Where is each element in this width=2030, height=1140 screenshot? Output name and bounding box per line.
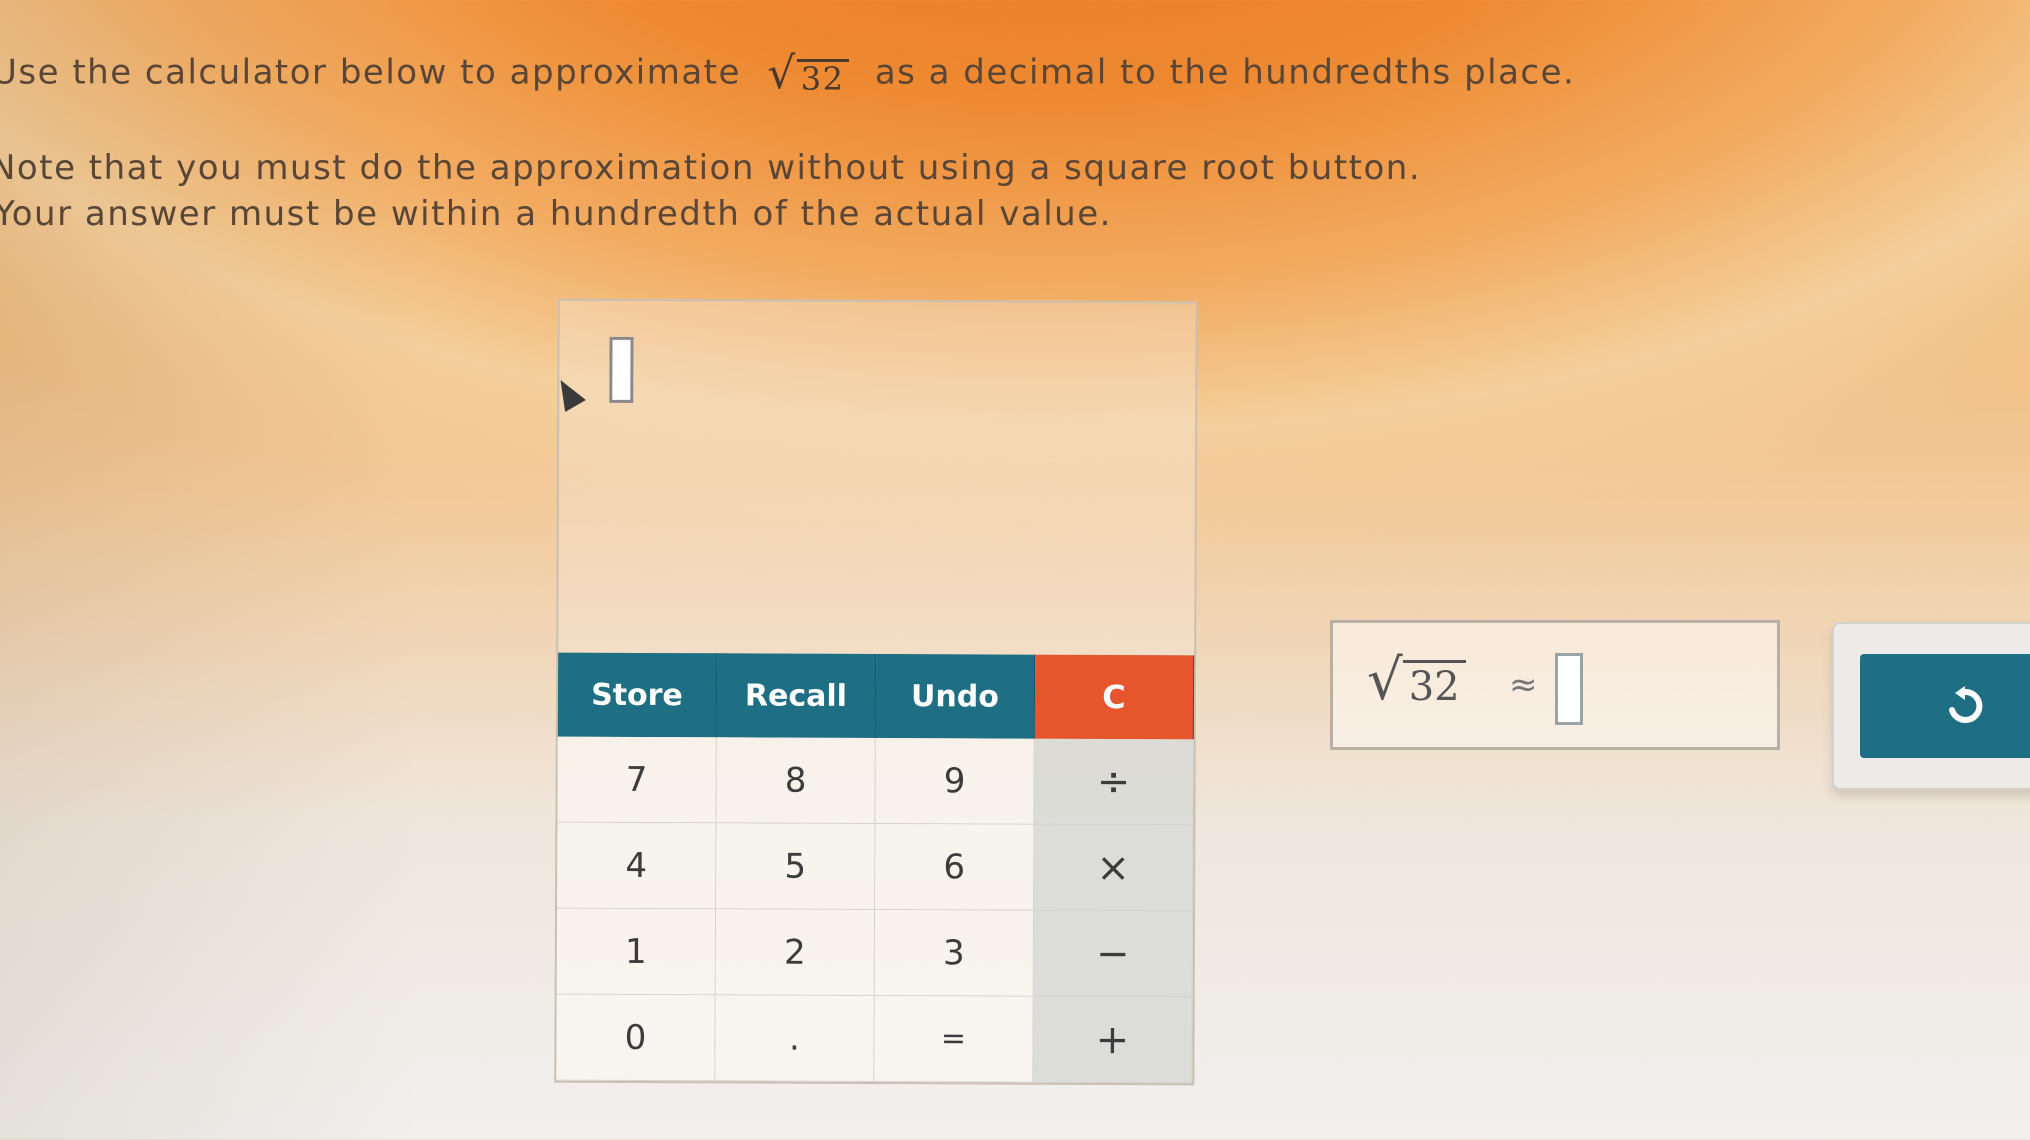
- add-button[interactable]: +: [1033, 996, 1193, 1084]
- digit-9-button[interactable]: 9: [875, 737, 1035, 825]
- answer-sqrt-expression: √ 32: [1367, 653, 1466, 709]
- calculator-display[interactable]: [558, 300, 1196, 657]
- instruction-text-after: as a decimal to the hundredths place.: [874, 52, 1576, 93]
- digit-5-button[interactable]: 5: [716, 823, 876, 910]
- decimal-point-button[interactable]: .: [715, 995, 875, 1082]
- equals-button[interactable]: =: [874, 995, 1034, 1083]
- digit-2-button[interactable]: 2: [715, 909, 876, 996]
- digit-0-button[interactable]: 0: [556, 994, 716, 1082]
- instruction-line-2: Note that you must do the approximation …: [0, 148, 1422, 188]
- radicand: 32: [796, 59, 849, 96]
- digit-7-button[interactable]: 7: [557, 736, 717, 824]
- digit-4-button[interactable]: 4: [557, 822, 717, 910]
- divide-button[interactable]: ÷: [1034, 738, 1194, 826]
- instruction-line-3: Your answer must be within a hundredth o…: [0, 194, 1112, 234]
- digit-8-button[interactable]: 8: [716, 737, 876, 824]
- answer-radical-icon: √: [1367, 648, 1403, 713]
- display-input-cursor[interactable]: [609, 336, 634, 403]
- store-button[interactable]: Store: [557, 652, 718, 738]
- approx-symbol: ≈: [1509, 665, 1538, 705]
- radical-icon: √: [767, 48, 797, 99]
- answer-radicand: 32: [1402, 660, 1466, 709]
- sqrt-expression: √ 32: [767, 48, 849, 99]
- digit-1-button[interactable]: 1: [556, 908, 717, 996]
- digit-6-button[interactable]: 6: [875, 823, 1035, 911]
- subtract-button[interactable]: −: [1033, 910, 1194, 998]
- digit-3-button[interactable]: 3: [874, 909, 1035, 997]
- multiply-button[interactable]: ×: [1034, 824, 1194, 912]
- calculator-keypad: Store Recall Undo C 7 8 9 ÷ 4 5 6 × 1 2 …: [556, 652, 1195, 1084]
- clear-button[interactable]: C: [1034, 654, 1195, 740]
- undo-key-button[interactable]: Undo: [875, 654, 1036, 739]
- answer-box: √ 32 ≈: [1330, 620, 1780, 750]
- instruction-text-before: Use the calculator below to approximate: [0, 52, 741, 93]
- recall-button[interactable]: Recall: [716, 653, 877, 738]
- undo-arrow-icon: [1949, 686, 1983, 723]
- instruction-line-1: Use the calculator below to approximate …: [0, 48, 1576, 99]
- answer-input[interactable]: [1555, 653, 1583, 725]
- calculator: Store Recall Undo C 7 8 9 ÷ 4 5 6 × 1 2 …: [554, 298, 1198, 1086]
- undo-button[interactable]: [1860, 654, 2030, 758]
- answer-tools-panel: [1832, 622, 2030, 790]
